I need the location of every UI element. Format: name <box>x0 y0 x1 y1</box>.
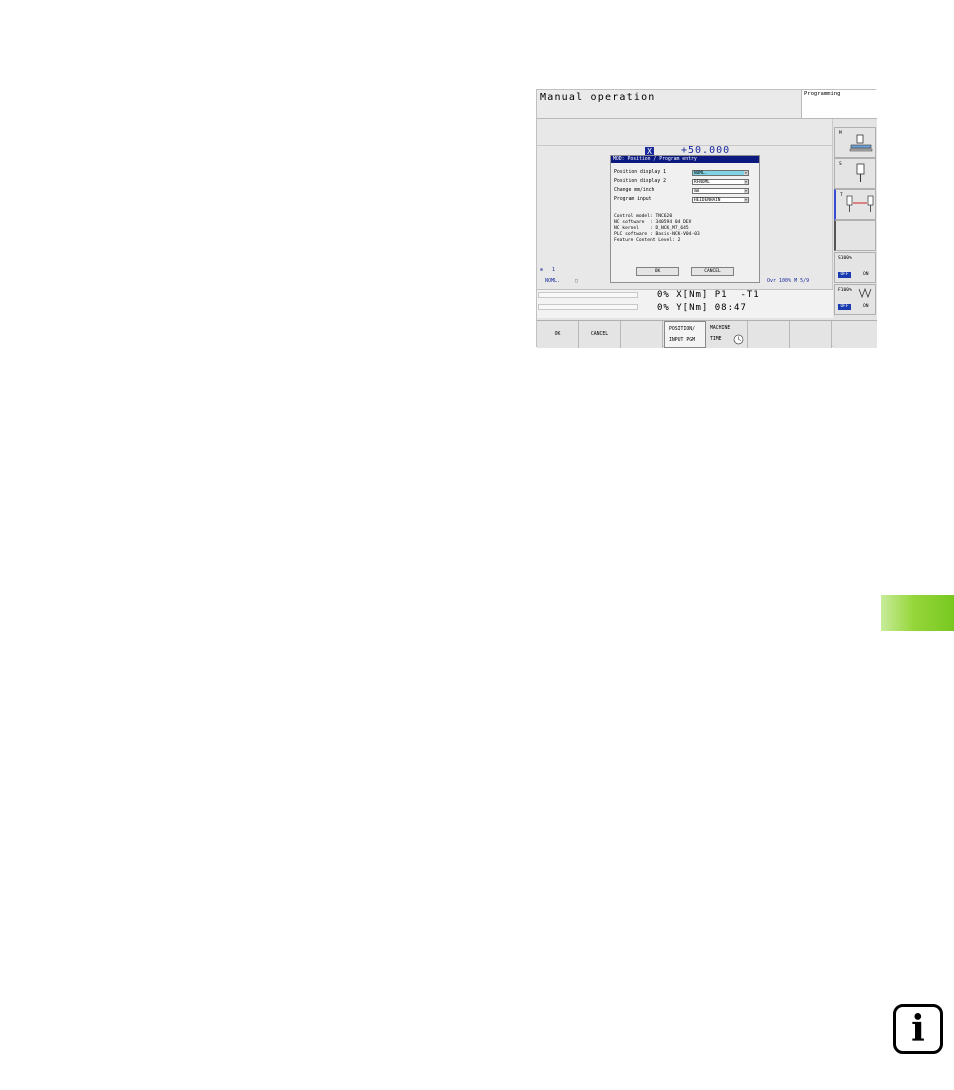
select-position-display-2[interactable]: RFNOML ▾ <box>692 179 749 185</box>
chapter-tab <box>881 595 954 631</box>
status-area: 0% X[Nm] P1 -T1 0% Y[Nm] 08:47 <box>537 289 833 318</box>
select-position-display-1[interactable]: NOML. ▾ <box>692 170 749 176</box>
programming-label: Programming <box>804 91 841 97</box>
spindle-override-label: S100% <box>838 256 852 261</box>
override-bar-1 <box>538 292 638 298</box>
softkey-mt-line2: TIME <box>710 337 722 342</box>
feed-override-softkey[interactable]: F100% OFF ON <box>834 284 876 315</box>
softkey-s[interactable]: S <box>834 158 876 189</box>
tool-measure-icon <box>846 195 874 212</box>
softkey-empty-7[interactable] <box>790 321 832 348</box>
status-line-1: 0% X[Nm] P1 -T1 <box>657 290 760 300</box>
machine-table-icon <box>849 134 873 152</box>
vertical-softkeys: M S T S100% OFF ON F100% OFF ON <box>833 119 877 320</box>
mod-dialog: MOD: Position / Program entry Position d… <box>610 155 760 283</box>
softkey-s-label: S <box>839 162 842 167</box>
info-feature-level: Feature Content Level: 2 <box>614 238 681 243</box>
row-label-program-input: Program input <box>614 197 652 202</box>
dialog-ok-button[interactable]: OK <box>636 267 679 276</box>
softkey-empty-6[interactable] <box>748 321 790 348</box>
feed-zigzag-icon <box>858 287 872 299</box>
softkey-empty[interactable] <box>834 220 876 251</box>
feed-override-label: F100% <box>838 288 852 293</box>
row-label-change-mm-inch: Change mm/inch <box>614 188 655 193</box>
row-label-position-display-1: Position display 1 <box>614 170 666 175</box>
softkey-t-label: T <box>840 193 843 198</box>
clock-icon <box>733 334 744 345</box>
select-change-mm-inch[interactable]: mm ▾ <box>692 188 749 194</box>
dropdown-arrow-icon: ▾ <box>744 188 748 193</box>
status-line-2: 0% Y[Nm] 08:47 <box>657 303 747 313</box>
select-value: NOML. <box>694 171 708 176</box>
softkey-empty-3[interactable] <box>621 321 663 348</box>
softkey-empty-8[interactable] <box>833 321 877 348</box>
dropdown-arrow-icon: ▾ <box>744 170 748 175</box>
softkey-cancel-label: CANCEL <box>590 332 609 337</box>
feed-off-badge: OFF <box>838 304 851 310</box>
select-value: mm <box>694 189 700 194</box>
select-value: HEIDENHAIN <box>694 198 721 203</box>
tool-number: 1 <box>552 267 556 273</box>
control-screen: Manual operation Programming X +50.000 M… <box>536 89 877 348</box>
select-value: RFNOML <box>694 180 710 185</box>
spindle-on-label: ON <box>863 272 869 277</box>
dropdown-arrow-icon: ▾ <box>744 197 748 202</box>
info-icon: i <box>893 1004 943 1054</box>
info-glyph: i <box>911 1008 925 1050</box>
feed-on-label: ON <box>863 304 869 309</box>
mode-header: Manual operation <box>537 90 802 119</box>
info-control-model: Control model: TNC620 <box>614 214 673 219</box>
info-plc-software: PLC software : Basis-NCK-V04-03 <box>614 232 700 237</box>
dialog-cancel-button[interactable]: CANCEL <box>691 267 734 276</box>
spindle-off-badge: OFF <box>838 272 851 278</box>
softkey-machine-time[interactable]: MACHINE TIME <box>706 321 748 348</box>
softkey-mt-line1: MACHINE <box>710 326 731 331</box>
row-label-position-display-2: Position display 2 <box>614 179 666 184</box>
info-nc-kernel: NC kernel : D_NCK_M7_645 <box>614 226 689 231</box>
select-program-input[interactable]: HEIDENHAIN ▾ <box>692 197 749 203</box>
softkey-cancel[interactable]: CANCEL <box>579 321 621 348</box>
softkey-pos-line2: INPUT PGM <box>669 338 695 343</box>
spindle-override-softkey[interactable]: S100% OFF ON <box>834 252 876 283</box>
softkey-pos-line1: POSITION/ <box>669 327 695 332</box>
dialog-title: MOD: Position / Program entry <box>611 156 759 163</box>
override-status: Ovr 100% M 5/9 <box>767 278 810 284</box>
spindle-icon <box>856 163 865 182</box>
softkey-ok[interactable]: OK <box>537 321 579 348</box>
override-bar-2 <box>538 304 638 310</box>
softkey-t[interactable]: T <box>834 189 876 220</box>
softkey-position-input-pgm[interactable]: POSITION/ INPUT PGM <box>664 321 706 348</box>
softkey-bar: OK CANCEL POSITION/ INPUT PGM MACHINE TI… <box>537 320 877 348</box>
info-band <box>537 119 833 146</box>
softkey-m-label: M <box>839 131 842 136</box>
checkbox-icon: □ <box>575 278 579 284</box>
position-mode: NOML. <box>545 278 561 284</box>
info-nc-software: NC software : 340594 04 DEV <box>614 220 692 225</box>
softkey-ok-label: OK <box>554 332 561 337</box>
tool-icon: ⊕ <box>540 267 544 273</box>
mode-title: Manual operation <box>540 92 656 103</box>
dropdown-arrow-icon: ▾ <box>744 179 748 184</box>
programming-mode-box[interactable]: Programming <box>802 90 877 119</box>
softkey-m[interactable]: M <box>834 127 876 158</box>
